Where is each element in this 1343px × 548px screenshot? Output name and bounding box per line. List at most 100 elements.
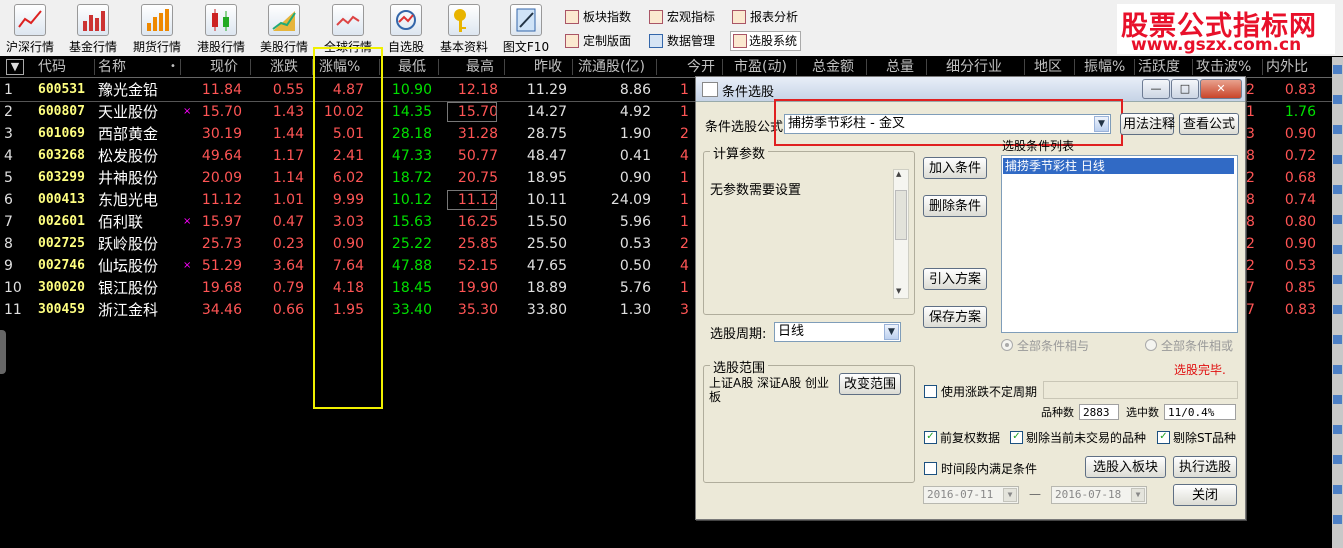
toolbar-button-basic-info[interactable]: 基本资料	[434, 0, 494, 56]
toolbar-button-fund-quotes[interactable]: 基金行情	[63, 0, 123, 56]
side-tool-icon[interactable]	[1333, 125, 1342, 134]
condition-list-item[interactable]: 捕捞季节彩柱 日线	[1003, 158, 1234, 174]
cell-index: 9	[4, 258, 13, 274]
header-amplitude[interactable]: 振幅%	[1084, 58, 1125, 76]
toolbar-button-hk-quotes[interactable]: 港股行情	[191, 0, 251, 56]
period-select[interactable]: 日线 ▼	[774, 322, 901, 342]
header-amount[interactable]: 总金额	[812, 58, 854, 76]
header-in-out-ratio[interactable]: 内外比	[1266, 58, 1308, 76]
cell-in-out-ratio: 0.83	[1284, 302, 1316, 318]
header-volume[interactable]: 总量	[886, 58, 914, 76]
close-button[interactable]: 关闭	[1173, 484, 1237, 506]
forward-adjust-checkbox[interactable]: ✓	[924, 431, 937, 444]
toolbar-data-management[interactable]: 数据管理	[649, 32, 715, 50]
header-low[interactable]: 最低	[398, 58, 426, 76]
header-activity[interactable]: 活跃度	[1138, 58, 1180, 76]
side-tool-icon[interactable]	[1333, 305, 1342, 314]
toolbar-report-analysis[interactable]: 报表分析	[732, 8, 798, 26]
toolbar-stock-picker[interactable]: 选股系统	[730, 31, 802, 51]
cell-price: 15.70	[201, 104, 242, 120]
condition-list[interactable]: 捕捞季节彩柱 日线	[1001, 155, 1238, 333]
header-region[interactable]: 地区	[1034, 58, 1062, 76]
close-icon[interactable]: ✕	[1200, 79, 1242, 99]
header-change[interactable]: 涨跌	[270, 58, 298, 76]
cell-low: 47.33	[391, 148, 432, 164]
header-name[interactable]: 名称	[98, 58, 126, 76]
radio-and[interactable]	[1001, 339, 1013, 351]
minimize-icon[interactable]: —	[1142, 79, 1170, 99]
count-label: 品种数	[1041, 406, 1074, 419]
cell-change: 1.17	[272, 148, 304, 164]
side-tool-icon[interactable]	[1333, 485, 1342, 494]
cell-attack-wave: 8	[1246, 192, 1255, 208]
scrollbar-thumb[interactable]	[895, 190, 907, 240]
column-divider	[926, 59, 927, 75]
chevron-down-icon[interactable]: ▼	[1131, 488, 1145, 502]
header-prev-close[interactable]: 昨收	[534, 58, 562, 76]
column-menu-icon[interactable]: ▼	[6, 59, 24, 75]
time-range-checkbox[interactable]	[924, 462, 937, 475]
header-open[interactable]: 今开	[687, 58, 715, 76]
header-price[interactable]: 现价	[210, 58, 238, 76]
cell-change: 1.43	[272, 104, 304, 120]
toolbar-button-label: 基金行情	[68, 40, 117, 54]
toolbar-button-watchlist[interactable]: 自选股	[376, 0, 436, 56]
toolbar-macro-indicators[interactable]: 宏观指标	[649, 8, 715, 26]
side-tool-icon[interactable]	[1333, 275, 1342, 284]
params-scrollbar[interactable]: ▲ ▼	[893, 169, 909, 299]
cell-attack-wave: 7	[1246, 302, 1255, 318]
column-divider	[722, 59, 723, 75]
add-condition-button[interactable]: 加入条件	[923, 157, 987, 179]
exclude-st-label: 剔除ST品种	[1173, 431, 1236, 445]
header-industry[interactable]: 细分行业	[946, 58, 1002, 76]
usage-notes-button[interactable]: 用法注释	[1120, 113, 1175, 135]
cell-change: 0.66	[272, 302, 304, 318]
date-from-field[interactable]: 2016-07-11 ▼	[923, 486, 1019, 504]
execute-selection-button[interactable]: 执行选股	[1173, 456, 1237, 478]
radio-or[interactable]	[1145, 339, 1157, 351]
toolbar-button-shsz-quotes[interactable]: 沪深行情	[0, 0, 60, 56]
side-tool-icon[interactable]	[1333, 335, 1342, 344]
scroll-up-icon[interactable]: ▲	[896, 170, 901, 178]
side-tool-icon[interactable]	[1333, 395, 1342, 404]
side-tool-icon[interactable]	[1333, 455, 1342, 464]
header-attack-wave[interactable]: 攻击波%	[1196, 58, 1251, 76]
side-tool-icon[interactable]	[1333, 365, 1342, 374]
toolbar-custom-layout[interactable]: 定制版面	[565, 32, 631, 50]
cell-high: 50.77	[457, 148, 498, 164]
chevron-down-icon[interactable]: ▼	[1003, 488, 1017, 502]
side-tool-icon[interactable]	[1333, 515, 1342, 524]
chevron-down-icon[interactable]: ▼	[884, 324, 899, 340]
toolbar-block-index[interactable]: 板块指数	[565, 8, 631, 26]
header-pe[interactable]: 市盈(动)	[734, 58, 787, 76]
side-tool-icon[interactable]	[1333, 425, 1342, 434]
toolbar-button-futures-quotes[interactable]: 期货行情	[127, 0, 187, 56]
cell-float-shares: 4.92	[619, 104, 651, 120]
varperiod-checkbox[interactable]	[924, 385, 937, 398]
add-to-block-button[interactable]: 选股入板块	[1085, 456, 1166, 478]
header-high[interactable]: 最高	[466, 58, 494, 76]
delete-condition-button[interactable]: 删除条件	[923, 195, 987, 217]
header-code[interactable]: 代码	[38, 58, 66, 76]
scroll-down-icon[interactable]: ▼	[896, 287, 901, 295]
cell-open: 4	[680, 148, 689, 164]
toolbar-button-us-quotes[interactable]: 美股行情	[254, 0, 314, 56]
side-tool-icon[interactable]	[1333, 215, 1342, 224]
date-to-field[interactable]: 2016-07-18 ▼	[1051, 486, 1147, 504]
exclude-untraded-checkbox[interactable]: ✓	[1010, 431, 1023, 444]
side-tool-icon[interactable]	[1333, 155, 1342, 164]
side-tool-icon[interactable]	[1333, 95, 1342, 104]
side-tool-icon[interactable]	[1333, 65, 1342, 74]
save-scheme-button[interactable]: 保存方案	[923, 306, 987, 328]
side-collapse-handle[interactable]	[0, 330, 6, 374]
cell-index: 5	[4, 170, 13, 186]
side-tool-icon[interactable]	[1333, 185, 1342, 194]
import-scheme-button[interactable]: 引入方案	[923, 268, 987, 290]
toolbar-button-f10[interactable]: 图文F10	[496, 0, 556, 56]
exclude-st-checkbox[interactable]: ✓	[1157, 431, 1170, 444]
maximize-icon[interactable]: □	[1171, 79, 1199, 99]
side-tool-icon[interactable]	[1333, 245, 1342, 254]
header-float-shares[interactable]: 流通股(亿)	[578, 58, 645, 76]
change-range-button[interactable]: 改变范围	[839, 373, 901, 395]
view-formula-button[interactable]: 查看公式	[1179, 113, 1239, 135]
